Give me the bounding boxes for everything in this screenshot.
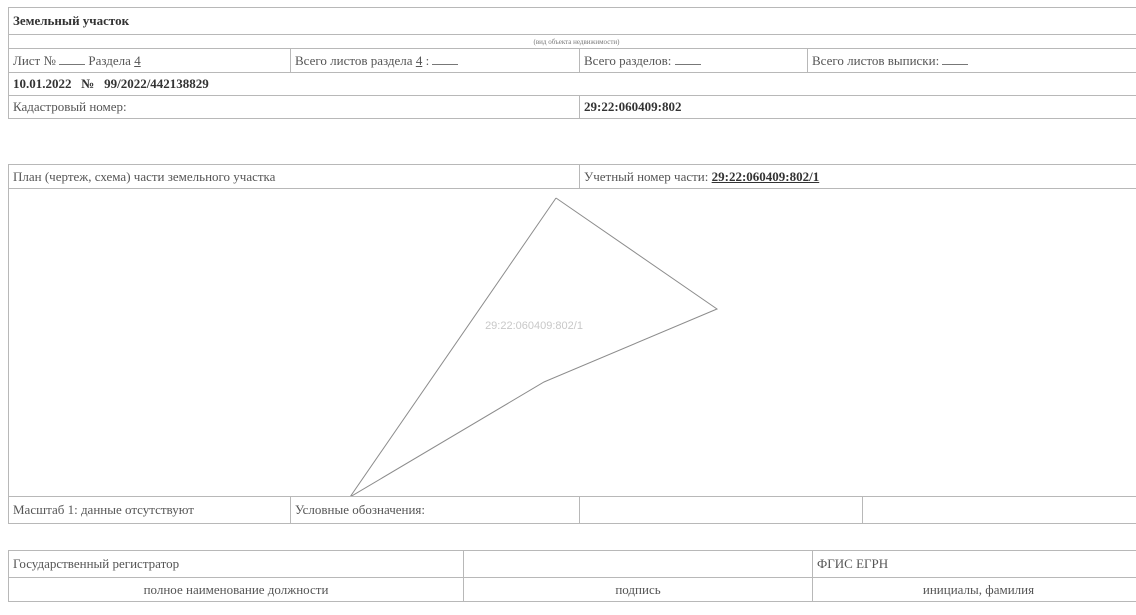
parcel-part-label: 29:22:060409:802/1: [485, 320, 583, 332]
object-type: Земельный участок: [8, 7, 1136, 35]
scale-label: Масштаб 1: данные отсутствуют: [8, 496, 291, 524]
account-number: 29:22:060409:802/1: [711, 168, 820, 184]
statement-number: 99/2022/442138829: [104, 76, 209, 91]
plan-drawing-area: 29:22:060409:802/1: [8, 188, 1136, 497]
total-sections-label: Всего разделов:: [584, 52, 672, 68]
total-sections-cell: Всего разделов:: [579, 48, 808, 73]
system-name: ФГИС ЕГРН: [812, 550, 1136, 578]
legend-empty-cell-1: [579, 496, 863, 524]
cadastral-number: 29:22:060409:802: [579, 95, 1136, 119]
statement-header-table: Земельный участок (вид объекта недвижимо…: [8, 7, 1136, 119]
total-statement-sheets-label: Всего листов выписки:: [812, 52, 940, 68]
total-statement-sheets-blank: [942, 54, 969, 65]
total-sheets-section-cell: Всего листов раздела 4 :: [290, 48, 580, 73]
parcel-plan-drawing: 29:22:060409:802/1: [350, 197, 719, 496]
total-sections-blank: [674, 54, 701, 65]
sheet-number-blank: [59, 54, 86, 65]
plan-title: План (чертеж, схема) части земельного уч…: [8, 164, 580, 189]
registrar-label: Государственный регистратор: [8, 550, 464, 578]
total-sheets-section-label: Всего листов раздела: [295, 52, 413, 68]
plan-table: План (чертеж, схема) части земельного уч…: [8, 164, 1136, 524]
number-sign: №: [81, 76, 95, 91]
name-caption: инициалы, фамилия: [812, 577, 1136, 602]
date-number-row: 10.01.2022 № 99/2022/442138829: [8, 72, 1136, 96]
section-number: 4: [134, 52, 141, 68]
account-number-label: Учетный номер части:: [584, 168, 709, 184]
position-caption: полное наименование должности: [8, 577, 464, 602]
parcel-part-boundary: [350, 197, 719, 496]
account-number-cell: Учетный номер части: 29:22:060409:802/1: [579, 164, 1136, 189]
signature-table: Государственный регистратор ФГИС ЕГРН по…: [8, 550, 1136, 602]
section-label: Раздела: [88, 52, 131, 68]
sheet-number-cell: Лист № Раздела 4: [8, 48, 291, 73]
total-sheets-section-blank: [432, 54, 459, 65]
statement-date: 10.01.2022: [13, 76, 72, 91]
total-statement-sheets-cell: Всего листов выписки:: [807, 48, 1136, 73]
legend-empty-cell-2: [862, 496, 1136, 524]
sheet-label: Лист №: [13, 52, 56, 68]
signature-caption: подпись: [463, 577, 813, 602]
cadastral-number-label: Кадастровый номер:: [8, 95, 580, 119]
total-sheets-section-value: 4: [415, 52, 423, 68]
legend-label: Условные обозначения:: [290, 496, 580, 524]
object-type-caption: (вид объекта недвижимости): [8, 34, 1136, 49]
signature-empty-cell: [463, 550, 813, 578]
